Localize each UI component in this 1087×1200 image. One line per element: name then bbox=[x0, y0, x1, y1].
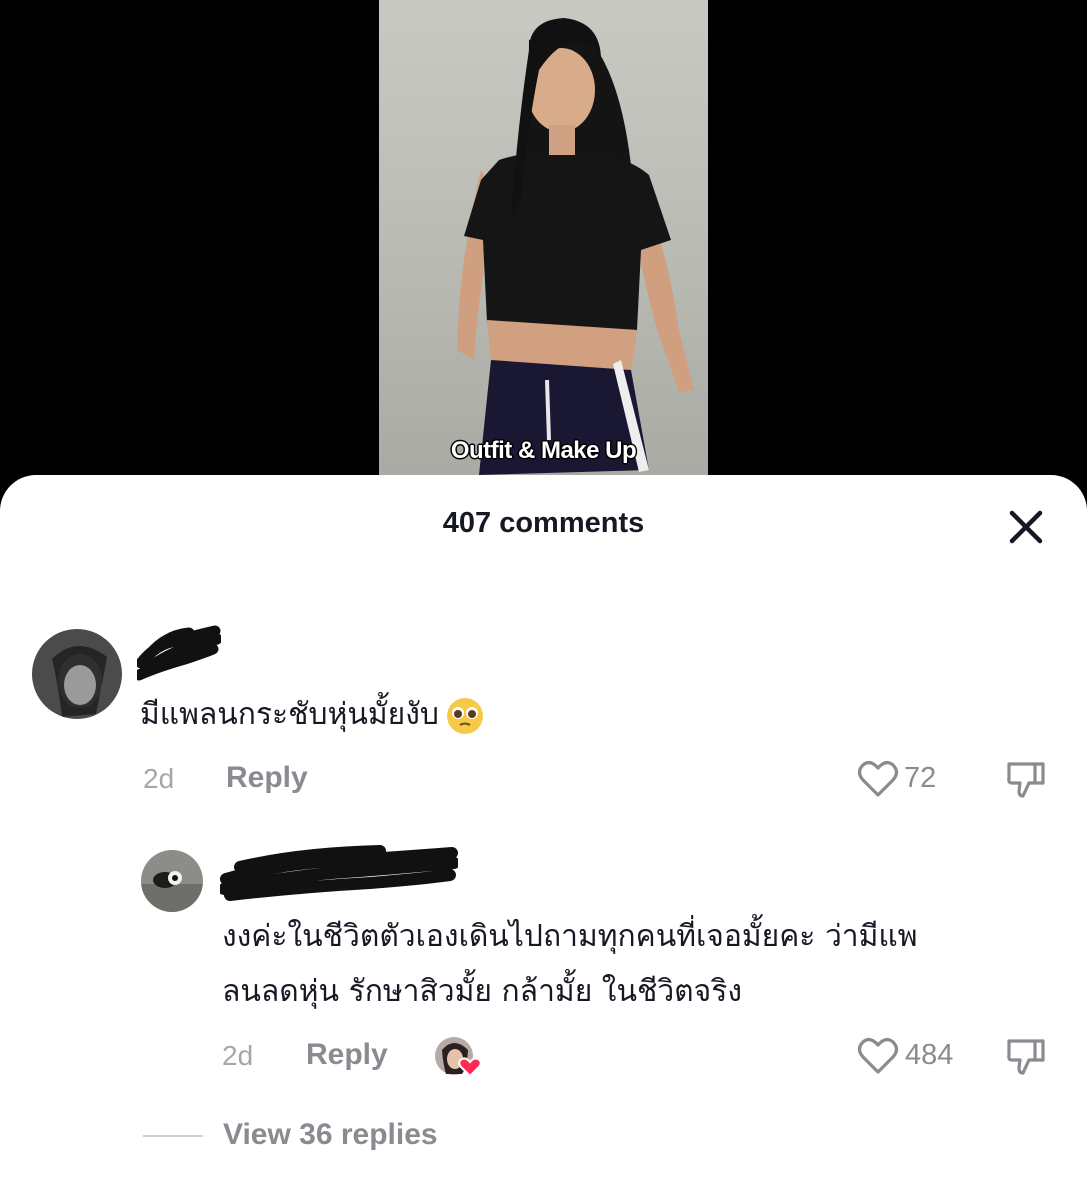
dislike-icon[interactable] bbox=[1005, 759, 1047, 801]
reply-button[interactable]: Reply bbox=[226, 761, 308, 795]
redacted-username[interactable] bbox=[220, 843, 458, 901]
comment-time: 2d bbox=[143, 763, 175, 794]
replier-avatar[interactable] bbox=[141, 850, 203, 912]
close-icon bbox=[1009, 510, 1043, 544]
heart-icon[interactable] bbox=[857, 1036, 899, 1076]
comment-text: มีแพลนกระชับหุ่นมั้ยงับ bbox=[140, 687, 485, 742]
redacted-username[interactable] bbox=[137, 623, 221, 681]
reply-button[interactable]: Reply bbox=[306, 1038, 388, 1072]
comments-sheet: 407 comments มีแพลนกระชับหุ่นมั้ยงับ 2d … bbox=[0, 475, 1087, 1200]
video-player[interactable]: Outfit & Make Up bbox=[379, 0, 708, 480]
avatar-image bbox=[141, 850, 203, 912]
video-caption: Outfit & Make Up bbox=[450, 437, 637, 464]
video-frame-image bbox=[457, 18, 694, 475]
creator-avatar-heart-icon bbox=[435, 1037, 482, 1078]
pleading-face-emoji bbox=[446, 697, 483, 734]
dislike-icon[interactable] bbox=[1005, 1036, 1047, 1078]
like-count: 72 bbox=[904, 762, 937, 794]
avatar-image bbox=[32, 629, 122, 719]
heart-icon[interactable] bbox=[857, 759, 899, 799]
view-replies-divider bbox=[143, 1135, 203, 1137]
commenter-avatar[interactable] bbox=[32, 629, 122, 719]
view-replies-button[interactable]: View 36 replies bbox=[223, 1118, 438, 1152]
close-button[interactable] bbox=[1004, 505, 1048, 549]
creator-liked-badge bbox=[434, 1036, 482, 1080]
comments-count-title: 407 comments bbox=[442, 507, 645, 539]
reply-text: งงค่ะในชีวิตตัวเองเดินไปถามทุกคนที่เจอมั… bbox=[222, 919, 918, 1009]
reply-time: 2d bbox=[222, 1040, 254, 1071]
like-count: 484 bbox=[905, 1039, 954, 1071]
